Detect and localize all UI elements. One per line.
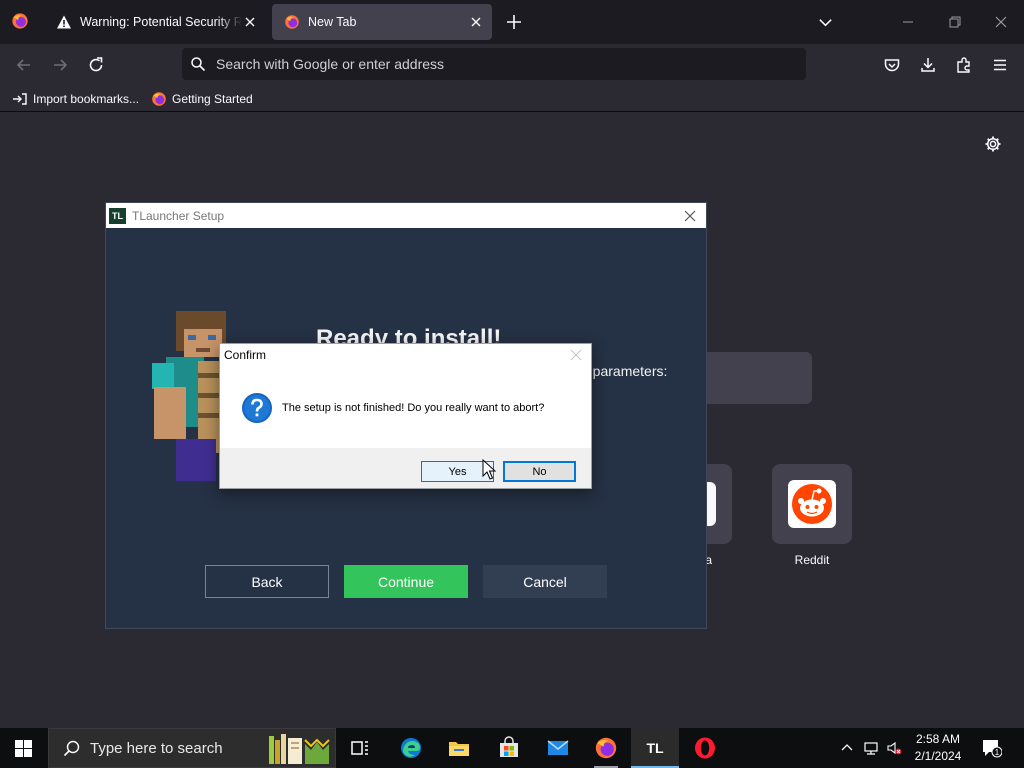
mail-icon — [547, 740, 569, 755]
taskbar-task-view[interactable] — [336, 728, 384, 768]
clock-date: 2/1/2024 — [914, 749, 962, 763]
close-tab-icon[interactable] — [468, 14, 484, 30]
bookmark-label: Import bookmarks... — [33, 92, 140, 106]
dialog-message: The setup is not finished! Do you really… — [282, 402, 545, 414]
confirm-dialog: Confirm The setup is not finished! Do yo… — [219, 343, 592, 489]
dialog-button-bar: Yes No — [220, 448, 591, 488]
restore-icon[interactable] — [947, 14, 963, 30]
tab-label: Warning: Potential Security Risk Ahead — [80, 15, 242, 29]
import-icon — [13, 93, 27, 105]
forward-arrow-icon[interactable] — [51, 56, 69, 74]
tab-new-tab[interactable]: New Tab — [272, 4, 492, 40]
downloads-icon[interactable] — [919, 56, 937, 74]
no-button[interactable]: No — [503, 461, 576, 482]
extensions-icon[interactable] — [955, 56, 973, 74]
taskbar-search-box[interactable]: Type here to search — [48, 728, 336, 768]
clock-time: 2:58 AM — [915, 732, 961, 746]
taskbar-opera[interactable] — [681, 728, 729, 768]
chevron-up-icon[interactable] — [839, 740, 855, 756]
firefox-menu-icon[interactable] — [11, 12, 29, 30]
warning-icon — [57, 15, 71, 29]
dialog-title: Confirm — [224, 348, 267, 362]
system-clock[interactable]: 2:58 AM 2/1/2024 — [908, 731, 968, 765]
back-button[interactable]: Back — [205, 565, 329, 598]
tab-label: New Tab — [308, 15, 357, 29]
svg-text:1: 1 — [995, 748, 1000, 757]
taskbar-edge[interactable] — [387, 728, 435, 768]
bookmark-import[interactable]: Import bookmarks... — [12, 90, 139, 108]
back-arrow-icon[interactable] — [15, 56, 33, 74]
bookmark-getting-started[interactable]: Getting Started — [151, 90, 253, 108]
continue-button[interactable]: Continue — [344, 565, 468, 598]
bookmarks-toolbar: Import bookmarks... Getting Started — [0, 86, 1024, 112]
url-input[interactable] — [216, 56, 806, 72]
tab-strip: Warning: Potential Security Risk Ahead N… — [0, 0, 1024, 44]
firefox-icon — [152, 92, 166, 106]
reddit-icon — [788, 480, 836, 528]
taskbar-file-explorer[interactable] — [435, 728, 483, 768]
close-tab-icon[interactable] — [242, 14, 258, 30]
minimize-icon[interactable] — [900, 14, 916, 30]
task-view-icon — [351, 741, 368, 755]
cancel-button[interactable]: Cancel — [483, 565, 607, 598]
search-highlight-books-icon — [269, 734, 330, 764]
dialog-titlebar: Confirm — [220, 344, 591, 366]
opera-icon — [695, 737, 715, 759]
chevron-down-icon[interactable] — [817, 14, 834, 31]
store-icon — [500, 736, 518, 757]
taskbar-search-placeholder: Type here to search — [90, 739, 223, 757]
taskbar-store[interactable] — [485, 728, 533, 768]
windows-start-icon[interactable] — [15, 740, 32, 757]
gear-icon[interactable] — [984, 135, 1002, 153]
svg-text:TL: TL — [646, 740, 664, 756]
close-icon[interactable] — [683, 209, 697, 223]
firefox-icon — [285, 15, 299, 29]
shortcut-tile-reddit[interactable] — [772, 464, 852, 544]
tlauncher-titlebar: TL TLauncher Setup — [106, 203, 706, 228]
volume-muted-icon[interactable] — [886, 740, 902, 756]
taskbar-tlauncher[interactable]: TL — [631, 728, 679, 768]
window-title: TLauncher Setup — [132, 208, 225, 223]
file-explorer-icon — [449, 742, 469, 756]
web-search-box[interactable] — [700, 352, 812, 404]
search-icon — [191, 57, 206, 72]
tlauncher-icon: TL — [109, 207, 126, 224]
shortcut-label: Reddit — [794, 553, 830, 567]
tlauncher-icon: TL — [646, 740, 664, 756]
pocket-icon[interactable] — [883, 56, 901, 74]
hamburger-menu-icon[interactable] — [991, 56, 1009, 74]
search-icon — [63, 740, 80, 756]
taskbar-firefox[interactable] — [582, 728, 630, 768]
new-tab-icon[interactable] — [505, 13, 523, 31]
edge-icon — [401, 738, 421, 758]
firefox-icon — [595, 737, 617, 759]
taskbar-mail[interactable] — [534, 728, 582, 768]
bookmark-label: Getting Started — [172, 92, 253, 106]
close-icon[interactable] — [570, 349, 582, 361]
navigation-toolbar — [0, 44, 1024, 86]
mouse-cursor-icon — [482, 459, 496, 480]
address-bar[interactable] — [182, 48, 806, 80]
close-window-icon[interactable] — [993, 14, 1009, 30]
windows-taskbar: Type here to search TL 2:58 AM 2/1/2024 … — [0, 728, 1024, 768]
question-icon — [242, 393, 272, 423]
network-icon[interactable] — [863, 740, 879, 756]
notification-center-icon[interactable]: 1 — [982, 739, 1002, 758]
tab-security-warning[interactable]: Warning: Potential Security Risk Ahead — [44, 4, 266, 40]
reload-icon[interactable] — [87, 56, 105, 74]
parameters-label: e parameters: — [581, 363, 668, 379]
screen: Warning: Potential Security Risk Ahead N… — [0, 0, 1024, 768]
